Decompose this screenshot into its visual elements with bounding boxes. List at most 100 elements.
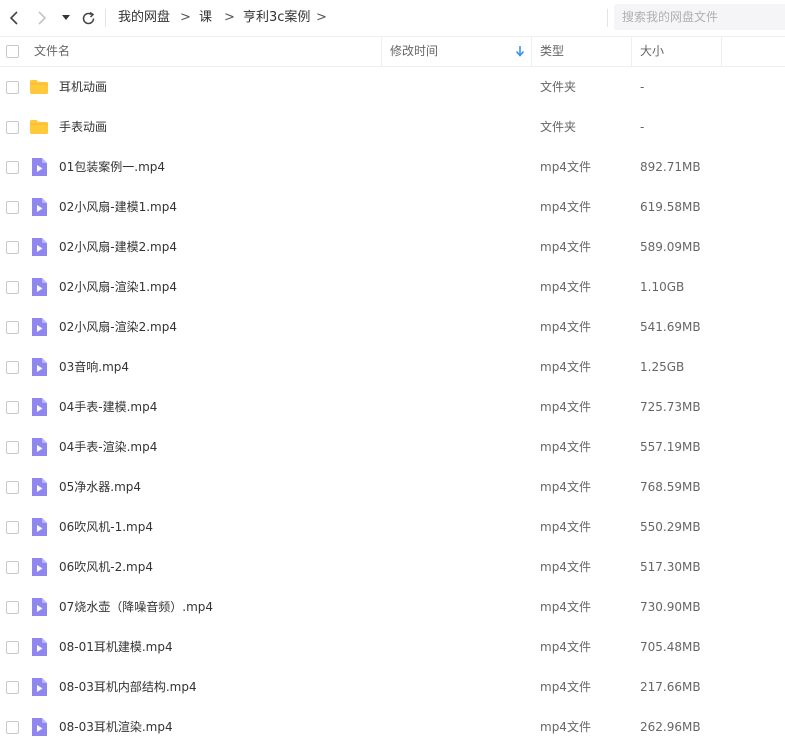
file-size: 589.09MB [640,240,701,254]
chevron-left-icon [9,11,18,25]
file-size: 541.69MB [640,320,701,334]
file-row[interactable]: 06吹风机-1.mp4 mp4文件 550.29MB [0,507,785,547]
file-type: mp4文件 [540,520,591,534]
column-divider[interactable] [631,37,632,66]
row-checkbox[interactable] [6,121,19,134]
file-row[interactable]: 05净水器.mp4 mp4文件 768.59MB [0,467,785,507]
file-row[interactable]: 04手表-建模.mp4 mp4文件 725.73MB [0,387,785,427]
row-checkbox[interactable] [6,641,19,654]
file-size: 730.90MB [640,600,701,614]
file-name[interactable]: 08-01耳机建模.mp4 [59,627,173,667]
column-divider[interactable] [721,37,722,66]
file-row[interactable]: 08-01耳机建模.mp4 mp4文件 705.48MB [0,627,785,667]
history-dropdown-button[interactable] [56,7,76,29]
folder-icon [29,77,49,97]
file-row[interactable]: 03音响.mp4 mp4文件 1.25GB [0,347,785,387]
row-checkbox[interactable] [6,281,19,294]
file-row[interactable]: 02小风扇-建模2.mp4 mp4文件 589.09MB [0,227,785,267]
file-name[interactable]: 耳机动画 [59,67,107,107]
row-checkbox[interactable] [6,521,19,534]
sort-descending-icon[interactable] [515,45,525,57]
toolbar: 我的网盘 > 课 > 亨利3c案例 > [0,0,785,36]
file-name[interactable]: 02小风扇-渲染1.mp4 [59,267,177,307]
file-name[interactable]: 02小风扇-渲染2.mp4 [59,307,177,347]
file-row[interactable]: 02小风扇-渲染2.mp4 mp4文件 541.69MB [0,307,785,347]
file-name[interactable]: 04手表-渲染.mp4 [59,427,157,467]
video-file-icon [29,677,49,697]
file-row[interactable]: 08-03耳机渲染.mp4 mp4文件 262.96MB [0,707,785,747]
file-type: 文件夹 [540,120,577,134]
file-name[interactable]: 02小风扇-建模1.mp4 [59,187,177,227]
forward-button[interactable] [31,7,53,29]
refresh-button[interactable] [77,7,99,29]
breadcrumb-item-current[interactable]: 亨利3c案例 [243,0,310,36]
back-button[interactable] [3,7,25,29]
file-size: 892.71MB [640,160,701,174]
file-size: - [640,80,645,94]
file-row[interactable]: 07烧水壶（降噪音频）.mp4 mp4文件 730.90MB [0,587,785,627]
file-name[interactable]: 06吹风机-2.mp4 [59,547,153,587]
search-box [614,4,785,30]
file-size: 705.48MB [640,640,701,654]
file-size: 557.19MB [640,440,701,454]
file-name[interactable]: 07烧水壶（降噪音频）.mp4 [59,587,213,627]
file-row[interactable]: 耳机动画 文件夹 - [0,67,785,107]
file-type: mp4文件 [540,440,591,454]
column-divider[interactable] [381,37,382,66]
row-checkbox[interactable] [6,241,19,254]
file-list: 耳机动画 文件夹 - 手表动画 文件夹 - 01包装案例一.mp4 mp4文件 … [0,67,785,747]
file-type: mp4文件 [540,280,591,294]
file-type: mp4文件 [540,600,591,614]
video-file-icon [29,597,49,617]
file-name[interactable]: 手表动画 [59,107,107,147]
file-row[interactable]: 02小风扇-建模1.mp4 mp4文件 619.58MB [0,187,785,227]
chevron-right-icon [38,11,47,25]
breadcrumb-item-root[interactable]: 我的网盘 [118,0,170,36]
file-size: 1.25GB [640,360,685,374]
video-file-icon [29,197,49,217]
select-all-checkbox[interactable] [6,45,19,58]
breadcrumb-item-course[interactable]: 课 [199,0,212,36]
file-name[interactable]: 08-03耳机内部结构.mp4 [59,667,197,707]
file-size: 262.96MB [640,720,701,734]
video-file-icon [29,437,49,457]
file-name[interactable]: 08-03耳机渲染.mp4 [59,707,173,747]
search-input[interactable] [614,4,785,30]
row-checkbox[interactable] [6,361,19,374]
file-row[interactable]: 01包装案例一.mp4 mp4文件 892.71MB [0,147,785,187]
file-type: mp4文件 [540,400,591,414]
file-type: mp4文件 [540,680,591,694]
video-file-icon [29,517,49,537]
file-name[interactable]: 04手表-建模.mp4 [59,387,157,427]
file-name[interactable]: 02小风扇-建模2.mp4 [59,227,177,267]
file-row[interactable]: 手表动画 文件夹 - [0,107,785,147]
row-checkbox[interactable] [6,161,19,174]
file-row[interactable]: 08-03耳机内部结构.mp4 mp4文件 217.66MB [0,667,785,707]
file-name[interactable]: 03音响.mp4 [59,347,129,387]
column-header-modified[interactable]: 修改时间 [390,37,438,66]
row-checkbox[interactable] [6,601,19,614]
row-checkbox[interactable] [6,201,19,214]
file-name[interactable]: 05净水器.mp4 [59,467,141,507]
file-row[interactable]: 02小风扇-渲染1.mp4 mp4文件 1.10GB [0,267,785,307]
column-header-size[interactable]: 大小 [640,37,664,66]
file-name[interactable]: 01包装案例一.mp4 [59,147,165,187]
file-size: 768.59MB [640,480,701,494]
row-checkbox[interactable] [6,321,19,334]
file-name[interactable]: 06吹风机-1.mp4 [59,507,153,547]
file-type: mp4文件 [540,360,591,374]
column-header-type[interactable]: 类型 [540,37,564,66]
row-checkbox[interactable] [6,681,19,694]
row-checkbox[interactable] [6,81,19,94]
column-header-name[interactable]: 文件名 [34,37,70,66]
file-row[interactable]: 04手表-渲染.mp4 mp4文件 557.19MB [0,427,785,467]
row-checkbox[interactable] [6,441,19,454]
toolbar-divider [607,9,608,27]
row-checkbox[interactable] [6,481,19,494]
row-checkbox[interactable] [6,401,19,414]
row-checkbox[interactable] [6,561,19,574]
file-row[interactable]: 06吹风机-2.mp4 mp4文件 517.30MB [0,547,785,587]
breadcrumb-separator: > [180,10,191,25]
column-divider[interactable] [531,37,532,66]
row-checkbox[interactable] [6,721,19,734]
